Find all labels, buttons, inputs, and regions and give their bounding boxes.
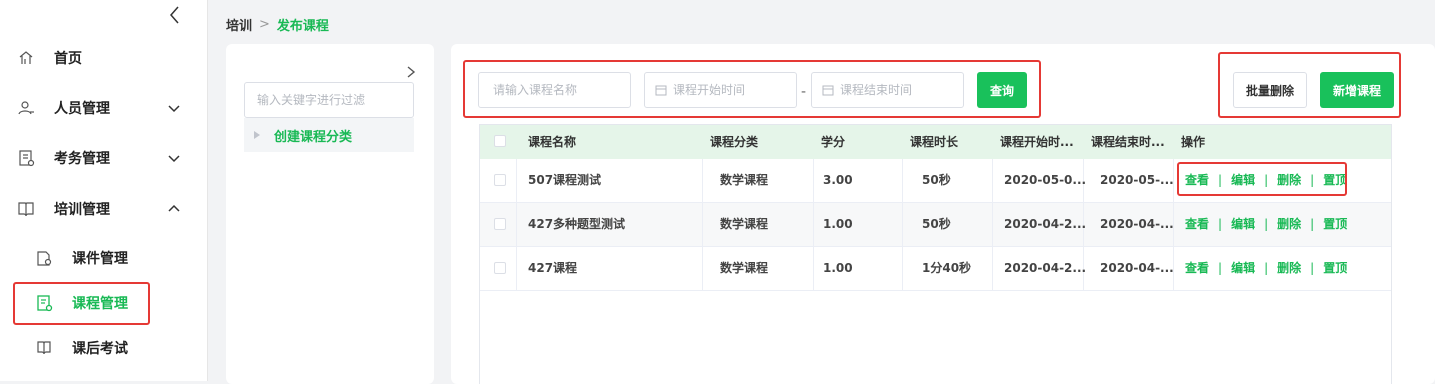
date-range-separator: - — [801, 84, 807, 100]
person-icon — [18, 101, 34, 115]
edit-link[interactable]: 编辑 — [1231, 173, 1255, 187]
nav-item-training[interactable]: 培训管理 — [0, 189, 208, 229]
header-category[interactable]: 课程分类 — [710, 125, 758, 159]
courseware-icon — [37, 251, 52, 266]
header-start-time[interactable]: 课程开始时... — [1000, 125, 1074, 159]
breadcrumb-current: 发布课程 — [276, 19, 329, 34]
course-table: 课程名称 课程分类 学分 课程时长 课程开始时... 课程结束时... 操作 5… — [479, 124, 1392, 384]
table-header: 课程名称 课程分类 学分 课程时长 课程开始时... 课程结束时... 操作 — [480, 125, 1391, 159]
cell-duration: 1分40秒 — [922, 261, 972, 275]
query-button[interactable]: 查询 — [977, 72, 1027, 108]
cell-course-name: 507课程测试 — [528, 173, 602, 187]
sub-label-course-management: 课程管理 — [72, 296, 128, 312]
pin-top-link[interactable]: 置顶 — [1323, 217, 1347, 231]
delete-link[interactable]: 删除 — [1277, 261, 1301, 275]
nav-label-home: 首页 — [54, 51, 82, 67]
exam-doc-icon — [19, 150, 35, 167]
sub-item-course-management[interactable]: 课程管理 — [0, 283, 208, 323]
header-course-name[interactable]: 课程名称 — [528, 125, 576, 159]
edit-link[interactable]: 编辑 — [1231, 261, 1255, 275]
cell-course-name: 427多种题型测试 — [528, 217, 626, 231]
book-icon — [18, 202, 34, 217]
row-operations: 查看 | 编辑 | 删除 | 置顶 — [1185, 173, 1348, 187]
row-operations: 查看 | 编辑 | 删除 | 置顶 — [1185, 217, 1348, 231]
table-row: 427课程 数学课程 1.00 1分40秒 2020-04-2... 2020-… — [480, 247, 1391, 291]
row-operations: 查看 | 编辑 | 删除 | 置顶 — [1185, 261, 1348, 275]
start-time-input[interactable] — [673, 83, 796, 97]
breadcrumb-separator: > — [259, 17, 270, 32]
cell-duration: 50秒 — [922, 173, 951, 187]
breadcrumb: 培训 > 发布课程 — [226, 15, 329, 34]
pin-top-link[interactable]: 置顶 — [1323, 173, 1347, 187]
nav-label-training: 培训管理 — [54, 202, 110, 218]
category-panel: 创建课程分类 — [226, 44, 434, 384]
sub-item-courseware[interactable]: 课件管理 — [0, 238, 208, 278]
sub-label-post-exam: 课后考试 — [72, 341, 128, 357]
calendar-icon — [822, 85, 834, 96]
header-credit[interactable]: 学分 — [821, 125, 845, 159]
cell-start-time: 2020-04-2... — [1004, 261, 1087, 275]
cell-end-time: 2020-04-... — [1100, 217, 1174, 231]
end-time-field[interactable] — [811, 72, 964, 108]
category-filter-input[interactable] — [244, 82, 414, 118]
row-checkbox[interactable] — [494, 218, 506, 230]
start-time-field[interactable] — [644, 72, 797, 108]
view-link[interactable]: 查看 — [1185, 173, 1209, 187]
sidebar: 首页 人员管理 考务管理 培训管理 课件管理 课程管理 课后考试 — [0, 0, 208, 381]
cell-start-time: 2020-05-0... — [1004, 173, 1087, 187]
cell-category: 数学课程 — [720, 217, 769, 231]
breadcrumb-root[interactable]: 培训 — [226, 15, 252, 34]
cell-start-time: 2020-04-2... — [1004, 217, 1087, 231]
chevron-right-icon[interactable] — [404, 64, 418, 80]
delete-link[interactable]: 删除 — [1277, 173, 1301, 187]
view-link[interactable]: 查看 — [1185, 261, 1209, 275]
cell-course-name: 427课程 — [528, 261, 578, 275]
table-row: 427多种题型测试 数学课程 1.00 50秒 2020-04-2... 202… — [480, 203, 1391, 247]
nav-item-personnel[interactable]: 人员管理 — [0, 88, 208, 128]
home-icon — [19, 51, 33, 64]
chevron-up-icon — [168, 204, 180, 212]
batch-delete-button[interactable]: 批量删除 — [1233, 72, 1307, 108]
category-node-label: 创建课程分类 — [274, 129, 353, 145]
cell-credit: 1.00 — [823, 261, 853, 275]
cell-credit: 1.00 — [823, 217, 853, 231]
cell-end-time: 2020-05-... — [1100, 173, 1174, 187]
cell-duration: 50秒 — [922, 217, 951, 231]
select-all-checkbox[interactable] — [494, 135, 506, 147]
end-time-input[interactable] — [840, 83, 963, 97]
header-duration[interactable]: 课程时长 — [910, 125, 958, 159]
view-link[interactable]: 查看 — [1185, 217, 1209, 231]
cell-category: 数学课程 — [720, 261, 769, 275]
sub-label-courseware: 课件管理 — [72, 251, 128, 267]
course-doc-icon — [37, 295, 53, 312]
row-checkbox[interactable] — [494, 262, 506, 274]
sub-item-post-exam[interactable]: 课后考试 — [0, 328, 208, 368]
delete-link[interactable]: 删除 — [1277, 217, 1301, 231]
table-row: 507课程测试 数学课程 3.00 50秒 2020-05-0... 2020-… — [480, 159, 1391, 203]
header-end-time[interactable]: 课程结束时... — [1091, 125, 1165, 159]
row-checkbox[interactable] — [494, 174, 506, 186]
nav-label-exam-affairs: 考务管理 — [54, 151, 110, 167]
nav-label-personnel: 人员管理 — [54, 101, 110, 117]
course-name-field[interactable] — [478, 72, 631, 108]
cell-credit: 3.00 — [823, 173, 853, 187]
caret-right-icon[interactable] — [254, 131, 260, 139]
collapse-sidebar-icon[interactable] — [164, 4, 186, 26]
edit-link[interactable]: 编辑 — [1231, 217, 1255, 231]
cell-category: 数学课程 — [720, 173, 769, 187]
header-operations: 操作 — [1181, 135, 1206, 149]
cell-end-time: 2020-04-... — [1100, 261, 1174, 275]
nav-item-exam-affairs[interactable]: 考务管理 — [0, 138, 208, 178]
nav-item-home[interactable]: 首页 — [0, 38, 208, 78]
exam-book-icon — [37, 341, 51, 355]
chevron-down-icon — [168, 105, 180, 113]
category-tree-node[interactable]: 创建课程分类 — [244, 118, 414, 152]
main-panel: - 查询 批量删除 新增课程 课程名称 课程分类 学分 课程时长 课程开始时..… — [451, 44, 1435, 384]
course-name-input[interactable] — [479, 83, 630, 97]
chevron-down-icon — [168, 155, 180, 163]
pin-top-link[interactable]: 置顶 — [1323, 261, 1347, 275]
add-course-button[interactable]: 新增课程 — [1320, 72, 1394, 108]
calendar-icon — [655, 85, 667, 96]
